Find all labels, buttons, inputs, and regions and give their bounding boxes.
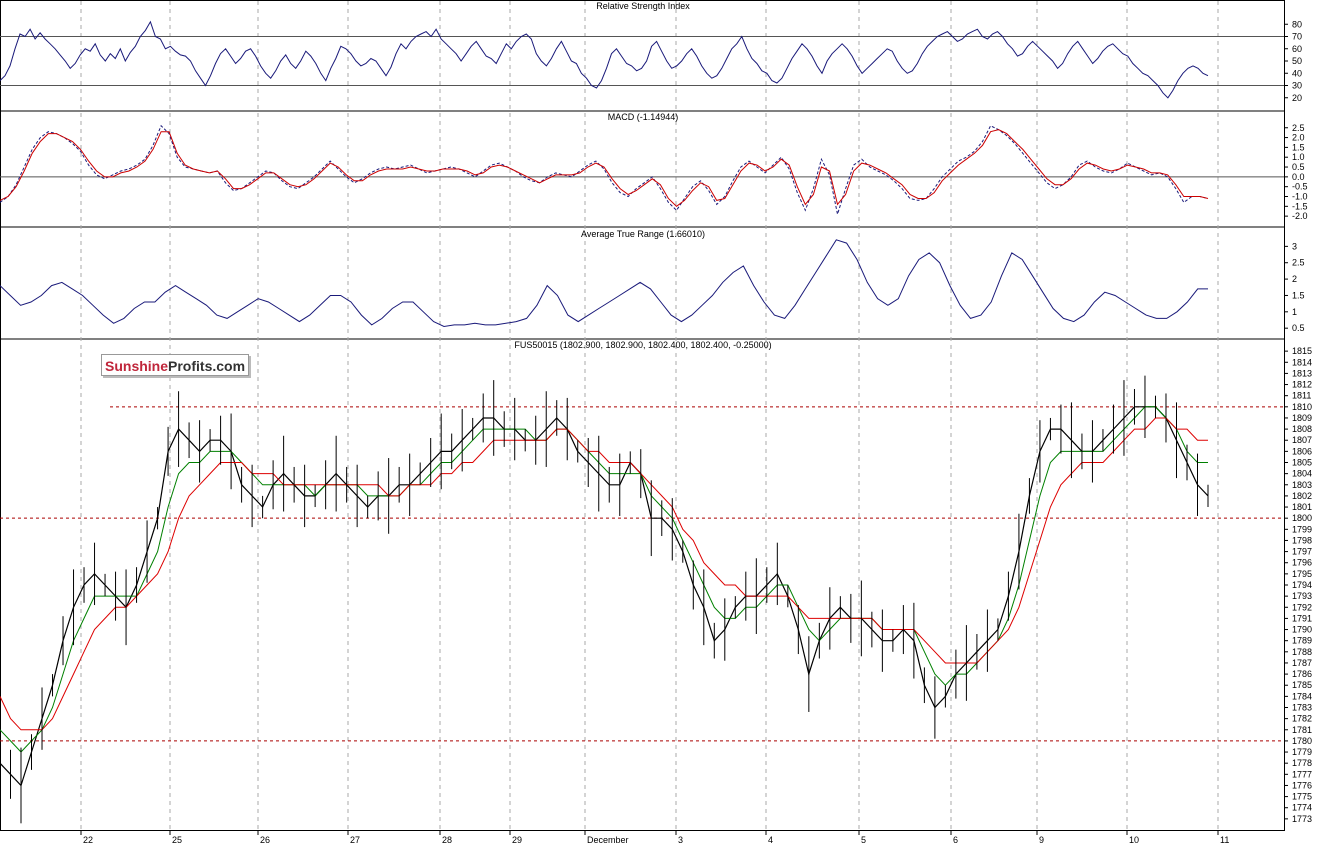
y-tick-label: 1806 [1292, 446, 1312, 456]
sunshine-profits-logo: SunshineProfits.com [101, 354, 249, 376]
y-tick-label: 1809 [1292, 413, 1312, 423]
y-tick-label: -1.0 [1292, 192, 1308, 202]
y-tick-label: 1775 [1292, 792, 1312, 802]
series-line-3-0 [0, 406, 1209, 787]
x-tick-label: 5 [861, 835, 866, 844]
x-tick-label: 11 [1220, 835, 1229, 844]
y-tick-label: -0.5 [1292, 182, 1308, 192]
y-tick-label: 1788 [1292, 647, 1312, 657]
x-tick-label: 27 [350, 835, 360, 844]
y-tick-label: 1808 [1292, 424, 1312, 434]
y-tick-label: 1786 [1292, 669, 1312, 679]
y-tick-label: 0.5 [1292, 162, 1305, 172]
x-tick-label: 28 [442, 835, 452, 844]
y-tick-label: 1793 [1292, 591, 1312, 601]
series-line-2-0 [0, 239, 1208, 328]
x-tick-label: 29 [512, 835, 522, 844]
series-line-0-0 [0, 20, 1209, 99]
y-tick-label: 1776 [1292, 780, 1312, 790]
y-tick-label: 1791 [1292, 613, 1312, 623]
y-tick-label: 70 [1292, 32, 1302, 42]
y-tick-label: 1794 [1292, 580, 1312, 590]
x-tick-label: December [587, 835, 629, 844]
x-tick-label: 9 [1039, 835, 1044, 844]
x-tick-label: 4 [768, 835, 773, 844]
chart-frame [0, 0, 1285, 831]
y-tick-label: 60 [1292, 44, 1302, 54]
y-tick-label: 1797 [1292, 547, 1312, 557]
y-tick-label: 40 [1292, 68, 1302, 78]
x-tick-label: 25 [172, 835, 182, 844]
y-tick-label: 1799 [1292, 524, 1312, 534]
y-tick-label: 1778 [1292, 758, 1312, 768]
y-tick-label: 1810 [1292, 402, 1312, 412]
y-tick-label: 80 [1292, 19, 1302, 29]
x-tick-label: 3 [678, 835, 683, 844]
y-tick-label: 1801 [1292, 502, 1312, 512]
y-tick-label: 2 [1292, 274, 1297, 284]
y-tick-label: 1811 [1292, 391, 1311, 401]
y-tick-label: 3 [1292, 241, 1297, 251]
y-tick-label: 1784 [1292, 691, 1312, 701]
y-tick-label: 20 [1292, 93, 1302, 103]
y-tick-label: -1.5 [1292, 201, 1308, 211]
y-tick-label: 1782 [1292, 714, 1312, 724]
y-tick-label: 1796 [1292, 558, 1312, 568]
y-tick-label: 1.5 [1292, 290, 1305, 300]
series-line-1-0 [0, 124, 1209, 217]
y-tick-label: 1814 [1292, 357, 1312, 367]
y-tick-label: 1780 [1292, 736, 1312, 746]
macd-title: MACD (-1.14944) [608, 112, 679, 122]
y-tick-label: 1783 [1292, 703, 1312, 713]
y-tick-label: 50 [1292, 56, 1302, 66]
y-tick-label: 1803 [1292, 480, 1312, 490]
y-tick-label: 1.0 [1292, 152, 1305, 162]
y-tick-label: 1804 [1292, 469, 1312, 479]
y-tick-label: 1815 [1292, 346, 1312, 356]
y-tick-label: 1812 [1292, 380, 1312, 390]
y-tick-label: 1.5 [1292, 142, 1305, 152]
y-tick-label: 1792 [1292, 602, 1312, 612]
series-line-1-1 [0, 129, 1209, 207]
y-tick-label: 1 [1292, 307, 1297, 317]
atr-title: Average True Range (1.66010) [581, 229, 705, 239]
y-tick-label: 30 [1292, 81, 1302, 91]
y-tick-label: 1777 [1292, 769, 1312, 779]
y-tick-label: 1774 [1292, 803, 1312, 813]
y-tick-label: 1800 [1292, 513, 1312, 523]
price-title: FUS50015 (1802.900, 1802.900, 1802.400, … [514, 340, 771, 350]
y-tick-label: 1798 [1292, 535, 1312, 545]
rsi-title: Relative Strength Index [596, 1, 690, 11]
series-line-3-1 [0, 406, 1208, 753]
x-tick-label: 22 [83, 835, 93, 844]
y-tick-label: 1773 [1292, 814, 1312, 824]
x-tick-label: 26 [260, 835, 270, 844]
y-tick-label: 0.5 [1292, 323, 1305, 333]
y-tick-label: 1790 [1292, 625, 1312, 635]
y-tick-label: 1781 [1292, 725, 1312, 735]
y-tick-label: 1795 [1292, 569, 1312, 579]
y-tick-label: 1779 [1292, 747, 1312, 757]
y-tick-label: 1787 [1292, 658, 1312, 668]
y-tick-label: 1807 [1292, 435, 1312, 445]
y-tick-label: -2.0 [1292, 211, 1308, 221]
series-line-3-2 [0, 417, 1208, 731]
y-tick-label: 1802 [1292, 491, 1312, 501]
y-tick-label: 2.0 [1292, 133, 1305, 143]
y-tick-label: 2.5 [1292, 123, 1305, 133]
y-tick-label: 1813 [1292, 368, 1312, 378]
y-tick-label: 0.0 [1292, 172, 1305, 182]
y-tick-label: 2.5 [1292, 258, 1305, 268]
x-tick-label: 10 [1129, 835, 1139, 844]
y-tick-label: 1785 [1292, 680, 1312, 690]
y-tick-label: 1789 [1292, 636, 1312, 646]
stock-chart: 20304050607080-2.0-1.5-1.0-0.50.00.51.01… [0, 0, 1312, 844]
y-tick-label: 1805 [1292, 458, 1312, 468]
x-tick-label: 6 [953, 835, 958, 844]
